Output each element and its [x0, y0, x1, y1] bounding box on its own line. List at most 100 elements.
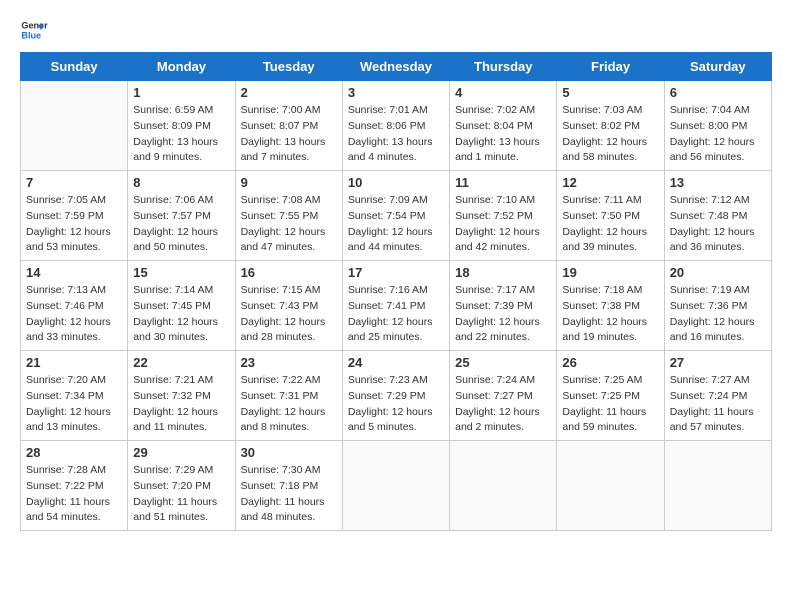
- calendar-cell: 20Sunrise: 7:19 AMSunset: 7:36 PMDayligh…: [664, 261, 771, 351]
- day-number: 30: [241, 445, 337, 460]
- day-info: Sunrise: 7:04 AMSunset: 8:00 PMDaylight:…: [670, 103, 766, 166]
- day-number: 1: [133, 85, 229, 100]
- calendar-cell: 27 Sunrise: 7:27 AMSunset: 7:24 PMDayligh…: [664, 351, 771, 441]
- day-number: 5: [562, 85, 658, 100]
- day-info: Sunrise: 7:09 AMSunset: 7:54 PMDaylight:…: [348, 193, 444, 256]
- calendar-cell: 29 Sunrise: 7:29 AMSunset: 7:20 PMDayligh…: [128, 441, 235, 531]
- calendar-cell: 11 Sunrise: 7:10 AMSunset: 7:52 PMDayligh…: [450, 171, 557, 261]
- svg-text:General: General: [21, 21, 48, 31]
- calendar-cell: 13Sunrise: 7:12 AMSunset: 7:48 PMDayligh…: [664, 171, 771, 261]
- day-info: Sunrise: 7:18 AMSunset: 7:38 PMDaylight:…: [562, 283, 658, 346]
- day-number: 25: [455, 355, 551, 370]
- calendar-cell: 8 Sunrise: 7:06 AMSunset: 7:57 PMDaylight…: [128, 171, 235, 261]
- header: General Blue: [20, 16, 772, 44]
- calendar-cell: [21, 81, 128, 171]
- calendar-cell: [342, 441, 449, 531]
- day-number: 14: [26, 265, 122, 280]
- day-number: 24: [348, 355, 444, 370]
- weekday-header-monday: Monday: [128, 53, 235, 81]
- day-number: 18: [455, 265, 551, 280]
- calendar-cell: [450, 441, 557, 531]
- calendar-table: SundayMondayTuesdayWednesdayThursdayFrid…: [20, 52, 772, 531]
- calendar-week-3: 14Sunrise: 7:13 AMSunset: 7:46 PMDayligh…: [21, 261, 772, 351]
- day-info: Sunrise: 7:19 AMSunset: 7:36 PMDaylight:…: [670, 283, 766, 346]
- calendar-cell: 5Sunrise: 7:03 AMSunset: 8:02 PMDaylight…: [557, 81, 664, 171]
- day-info: Sunrise: 7:22 AMSunset: 7:31 PMDaylight:…: [241, 373, 337, 436]
- calendar-cell: 21 Sunrise: 7:20 AMSunset: 7:34 PMDayligh…: [21, 351, 128, 441]
- weekday-header-wednesday: Wednesday: [342, 53, 449, 81]
- calendar-week-4: 21 Sunrise: 7:20 AMSunset: 7:34 PMDayligh…: [21, 351, 772, 441]
- calendar-cell: 25 Sunrise: 7:24 AMSunset: 7:27 PMDayligh…: [450, 351, 557, 441]
- day-number: 22: [133, 355, 229, 370]
- day-info: Sunrise: 6:59 AMSunset: 8:09 PMDaylight:…: [133, 103, 229, 166]
- day-info: Sunrise: 7:17 AMSunset: 7:39 PMDaylight:…: [455, 283, 551, 346]
- day-number: 6: [670, 85, 766, 100]
- calendar-cell: 4Sunrise: 7:02 AMSunset: 8:04 PMDaylight…: [450, 81, 557, 171]
- calendar-cell: 7 Sunrise: 7:05 AMSunset: 7:59 PMDaylight…: [21, 171, 128, 261]
- day-number: 27: [670, 355, 766, 370]
- calendar-week-1: 1 Sunrise: 6:59 AMSunset: 8:09 PMDaylight…: [21, 81, 772, 171]
- calendar-cell: 2 Sunrise: 7:00 AMSunset: 8:07 PMDaylight…: [235, 81, 342, 171]
- day-info: Sunrise: 7:23 AMSunset: 7:29 PMDaylight:…: [348, 373, 444, 436]
- day-number: 4: [455, 85, 551, 100]
- day-info: Sunrise: 7:01 AMSunset: 8:06 PMDaylight:…: [348, 103, 444, 166]
- calendar-cell: 10 Sunrise: 7:09 AMSunset: 7:54 PMDayligh…: [342, 171, 449, 261]
- day-info: Sunrise: 7:15 AMSunset: 7:43 PMDaylight:…: [241, 283, 337, 346]
- weekday-header-row: SundayMondayTuesdayWednesdayThursdayFrid…: [21, 53, 772, 81]
- day-info: Sunrise: 7:29 AMSunset: 7:20 PMDaylight:…: [133, 463, 229, 526]
- calendar-cell: 28 Sunrise: 7:28 AMSunset: 7:22 PMDayligh…: [21, 441, 128, 531]
- day-info: Sunrise: 7:16 AMSunset: 7:41 PMDaylight:…: [348, 283, 444, 346]
- day-info: Sunrise: 7:21 AMSunset: 7:32 PMDaylight:…: [133, 373, 229, 436]
- calendar-cell: 9Sunrise: 7:08 AMSunset: 7:55 PMDaylight…: [235, 171, 342, 261]
- weekday-header-tuesday: Tuesday: [235, 53, 342, 81]
- day-number: 29: [133, 445, 229, 460]
- day-info: Sunrise: 7:10 AMSunset: 7:52 PMDaylight:…: [455, 193, 551, 256]
- day-number: 12: [562, 175, 658, 190]
- day-number: 7: [26, 175, 122, 190]
- day-info: Sunrise: 7:14 AMSunset: 7:45 PMDaylight:…: [133, 283, 229, 346]
- calendar-cell: [664, 441, 771, 531]
- day-info: Sunrise: 7:28 AMSunset: 7:22 PMDaylight:…: [26, 463, 122, 526]
- day-number: 15: [133, 265, 229, 280]
- day-info: Sunrise: 7:11 AMSunset: 7:50 PMDaylight:…: [562, 193, 658, 256]
- calendar-cell: 1 Sunrise: 6:59 AMSunset: 8:09 PMDaylight…: [128, 81, 235, 171]
- calendar-cell: 6 Sunrise: 7:04 AMSunset: 8:00 PMDaylight…: [664, 81, 771, 171]
- day-info: Sunrise: 7:05 AMSunset: 7:59 PMDaylight:…: [26, 193, 122, 256]
- day-info: Sunrise: 7:27 AMSunset: 7:24 PMDaylight:…: [670, 373, 766, 436]
- calendar-cell: 23 Sunrise: 7:22 AMSunset: 7:31 PMDayligh…: [235, 351, 342, 441]
- day-number: 9: [241, 175, 337, 190]
- day-number: 17: [348, 265, 444, 280]
- day-number: 3: [348, 85, 444, 100]
- day-info: Sunrise: 7:06 AMSunset: 7:57 PMDaylight:…: [133, 193, 229, 256]
- weekday-header-thursday: Thursday: [450, 53, 557, 81]
- day-number: 23: [241, 355, 337, 370]
- calendar-week-2: 7 Sunrise: 7:05 AMSunset: 7:59 PMDaylight…: [21, 171, 772, 261]
- day-number: 8: [133, 175, 229, 190]
- day-info: Sunrise: 7:12 AMSunset: 7:48 PMDaylight:…: [670, 193, 766, 256]
- day-info: Sunrise: 7:20 AMSunset: 7:34 PMDaylight:…: [26, 373, 122, 436]
- calendar-cell: 18 Sunrise: 7:17 AMSunset: 7:39 PMDayligh…: [450, 261, 557, 351]
- calendar-week-5: 28 Sunrise: 7:28 AMSunset: 7:22 PMDayligh…: [21, 441, 772, 531]
- logo: General Blue: [20, 16, 48, 44]
- day-number: 11: [455, 175, 551, 190]
- svg-text:Blue: Blue: [21, 30, 41, 40]
- day-number: 16: [241, 265, 337, 280]
- calendar-cell: 26Sunrise: 7:25 AMSunset: 7:25 PMDayligh…: [557, 351, 664, 441]
- day-number: 2: [241, 85, 337, 100]
- calendar-cell: 12 Sunrise: 7:11 AMSunset: 7:50 PMDayligh…: [557, 171, 664, 261]
- day-number: 10: [348, 175, 444, 190]
- day-number: 21: [26, 355, 122, 370]
- calendar-cell: [557, 441, 664, 531]
- day-number: 19: [562, 265, 658, 280]
- day-info: Sunrise: 7:30 AMSunset: 7:18 PMDaylight:…: [241, 463, 337, 526]
- weekday-header-friday: Friday: [557, 53, 664, 81]
- calendar-cell: 3 Sunrise: 7:01 AMSunset: 8:06 PMDaylight…: [342, 81, 449, 171]
- calendar-cell: 24 Sunrise: 7:23 AMSunset: 7:29 PMDayligh…: [342, 351, 449, 441]
- weekday-header-sunday: Sunday: [21, 53, 128, 81]
- day-info: Sunrise: 7:25 AMSunset: 7:25 PMDaylight:…: [562, 373, 658, 436]
- weekday-header-saturday: Saturday: [664, 53, 771, 81]
- day-info: Sunrise: 7:24 AMSunset: 7:27 PMDaylight:…: [455, 373, 551, 436]
- calendar-cell: 19 Sunrise: 7:18 AMSunset: 7:38 PMDayligh…: [557, 261, 664, 351]
- day-number: 28: [26, 445, 122, 460]
- day-info: Sunrise: 7:00 AMSunset: 8:07 PMDaylight:…: [241, 103, 337, 166]
